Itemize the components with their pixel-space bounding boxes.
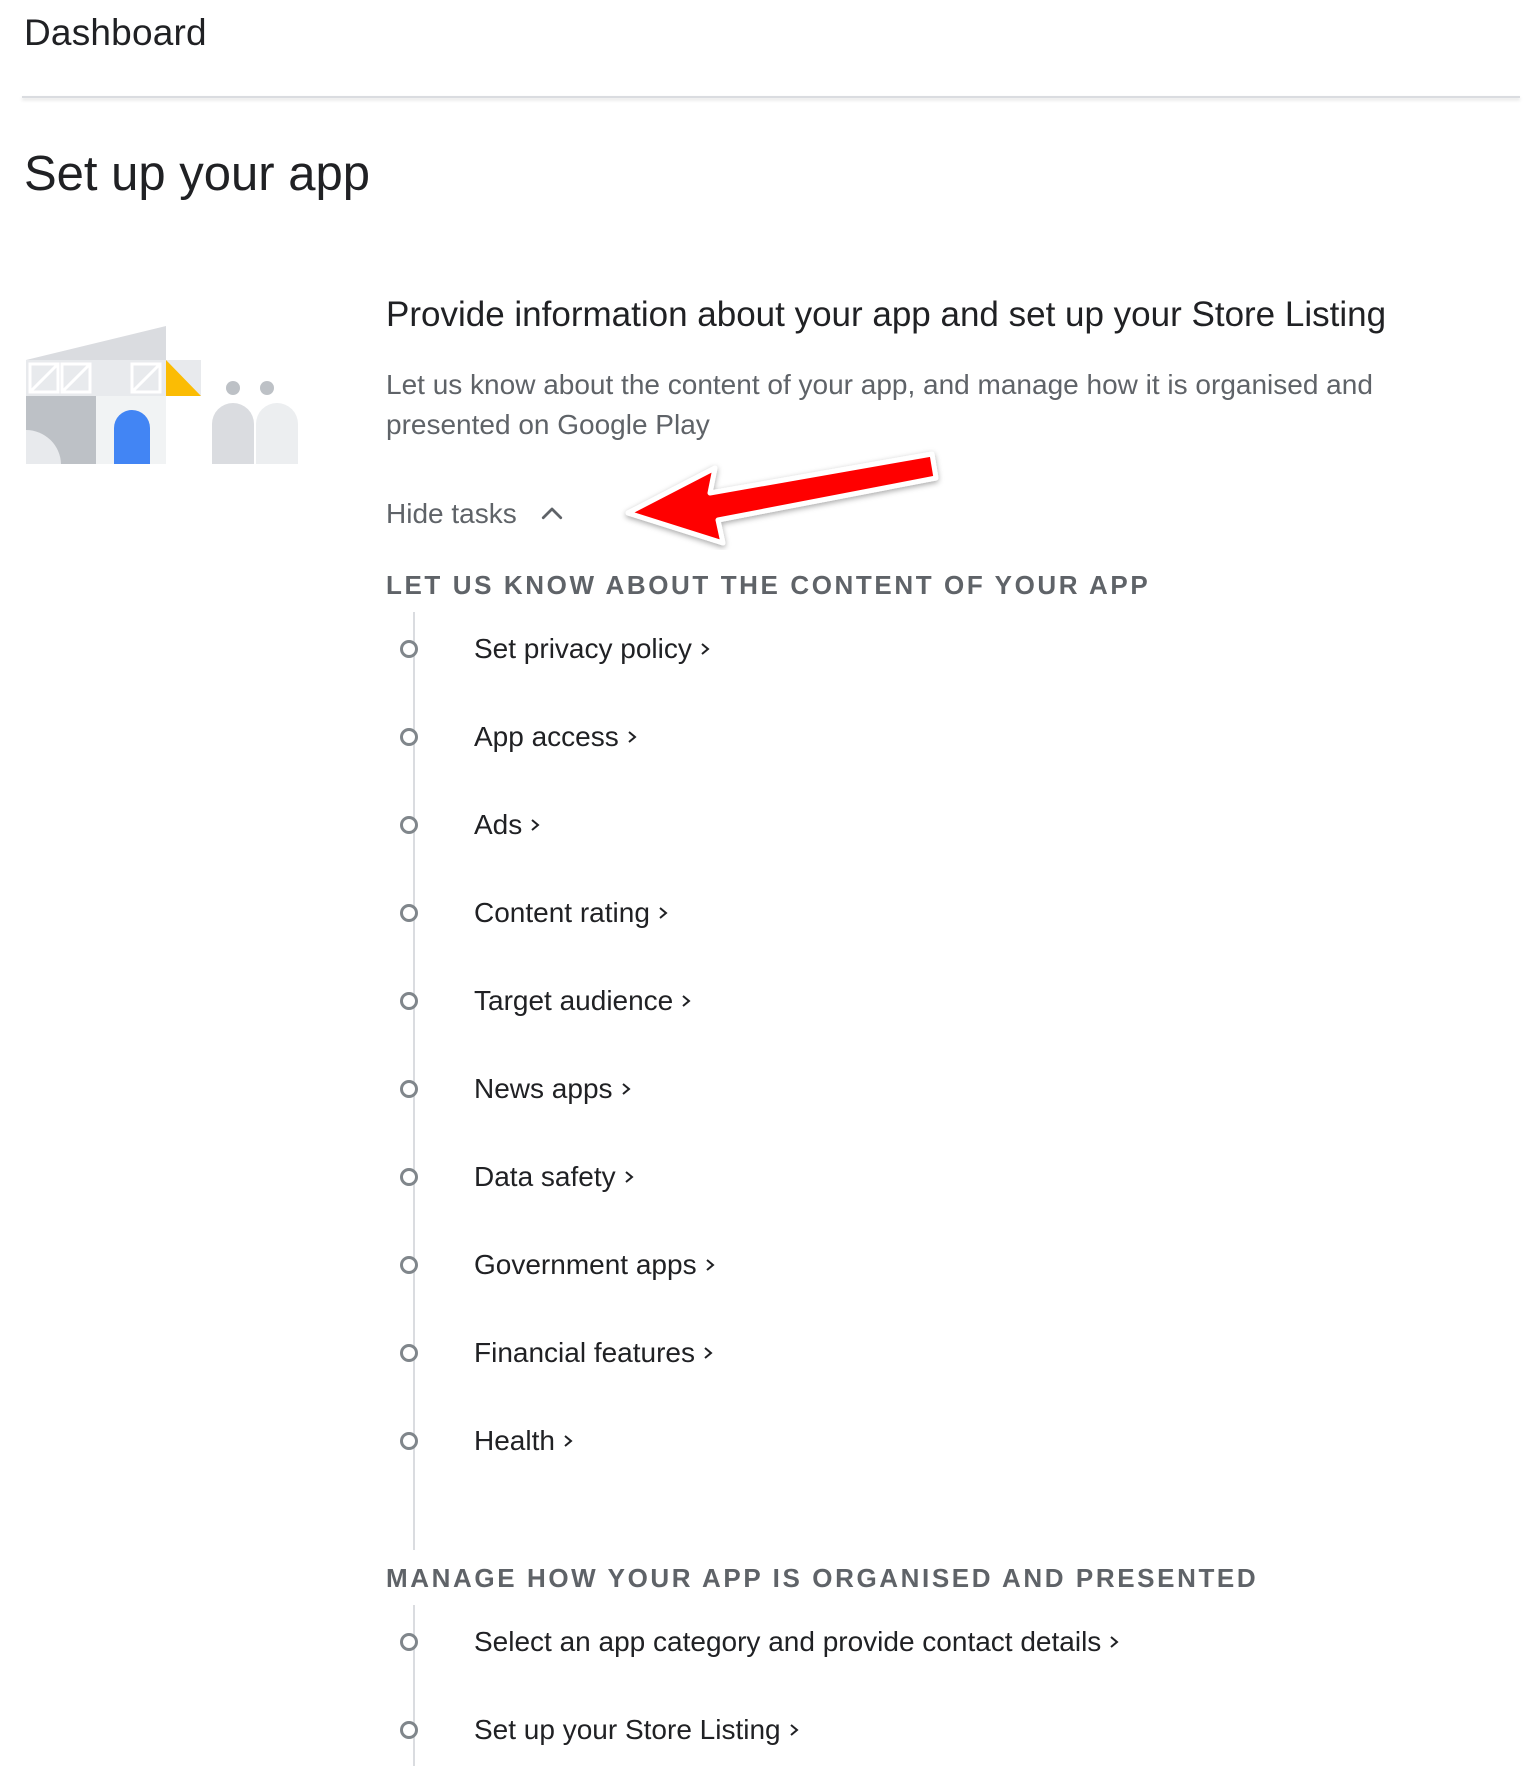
task-label: Health xyxy=(474,1425,555,1456)
chevron-right-icon xyxy=(564,1435,573,1447)
chevron-right-icon xyxy=(789,1724,799,1736)
task-health[interactable]: Health xyxy=(400,1417,575,1465)
task-label: Data safety xyxy=(474,1161,616,1192)
task-label: Content rating xyxy=(474,897,650,928)
chevron-right-icon xyxy=(682,995,691,1007)
task-label: Set up your Store Listing xyxy=(474,1714,781,1745)
chevron-right-icon xyxy=(659,907,668,919)
chevron-right-icon xyxy=(621,1083,631,1095)
setup-section-description: Let us know about the content of your ap… xyxy=(386,369,1373,440)
page-header-title: Dashboard xyxy=(24,12,207,53)
task-app-category[interactable]: Select an app category and provide conta… xyxy=(400,1618,1121,1666)
task-label: App access xyxy=(474,721,619,752)
task-privacy-policy[interactable]: Set privacy policy xyxy=(400,625,712,673)
circle-outline-icon xyxy=(400,1721,418,1739)
task-label: Target audience xyxy=(474,985,674,1016)
setup-illustration xyxy=(26,326,298,464)
chevron-right-icon xyxy=(625,1171,634,1183)
task-store-listing[interactable]: Set up your Store Listing xyxy=(400,1706,801,1754)
task-ads[interactable]: Ads xyxy=(400,801,542,849)
task-label: Select an app category and provide conta… xyxy=(474,1626,1102,1657)
task-content-rating[interactable]: Content rating xyxy=(400,889,670,937)
circle-outline-icon xyxy=(400,904,418,922)
circle-outline-icon xyxy=(400,1432,418,1450)
circle-outline-icon xyxy=(400,1080,418,1098)
page-title: Set up your app xyxy=(24,147,370,201)
chevron-right-icon xyxy=(531,819,540,831)
chevron-right-icon xyxy=(704,1347,713,1359)
circle-outline-icon xyxy=(400,728,418,746)
header-divider xyxy=(22,96,1520,98)
task-target-audience[interactable]: Target audience xyxy=(400,977,693,1025)
circle-outline-icon xyxy=(400,1256,418,1274)
circle-outline-icon xyxy=(400,1344,418,1362)
circle-outline-icon xyxy=(400,1633,418,1651)
hide-tasks-button[interactable]: Hide tasks xyxy=(386,494,567,534)
task-label: Ads xyxy=(474,809,523,840)
task-label: Set privacy policy xyxy=(474,633,692,664)
group-label-store-listing: MANAGE HOW YOUR APP IS ORGANISED AND PRE… xyxy=(386,1563,1259,1593)
chevron-right-icon xyxy=(701,643,710,655)
task-label: Financial features xyxy=(474,1337,696,1368)
task-app-access[interactable]: App access xyxy=(400,713,639,761)
task-government-apps[interactable]: Government apps xyxy=(400,1241,717,1289)
task-data-safety[interactable]: Data safety xyxy=(400,1153,636,1201)
chevron-right-icon xyxy=(628,731,637,743)
circle-outline-icon xyxy=(400,992,418,1010)
task-financial-features[interactable]: Financial features xyxy=(400,1329,715,1377)
chevron-right-icon xyxy=(1110,1636,1119,1648)
circle-outline-icon xyxy=(400,816,418,834)
hide-tasks-label: Hide tasks xyxy=(386,498,517,529)
annotation-arrow xyxy=(625,451,939,546)
task-label: Government apps xyxy=(474,1249,697,1280)
group-label-content: LET US KNOW ABOUT THE CONTENT OF YOUR AP… xyxy=(386,570,1151,600)
chevron-right-icon xyxy=(705,1259,715,1271)
circle-outline-icon xyxy=(400,640,418,658)
circle-outline-icon xyxy=(400,1168,418,1186)
task-label: News apps xyxy=(474,1073,613,1104)
setup-section-heading: Provide information about your app and s… xyxy=(386,295,1387,334)
top-app-bar: Dashboard xyxy=(0,0,1520,98)
chevron-up-icon xyxy=(541,507,562,520)
task-news-apps[interactable]: News apps xyxy=(400,1065,633,1113)
